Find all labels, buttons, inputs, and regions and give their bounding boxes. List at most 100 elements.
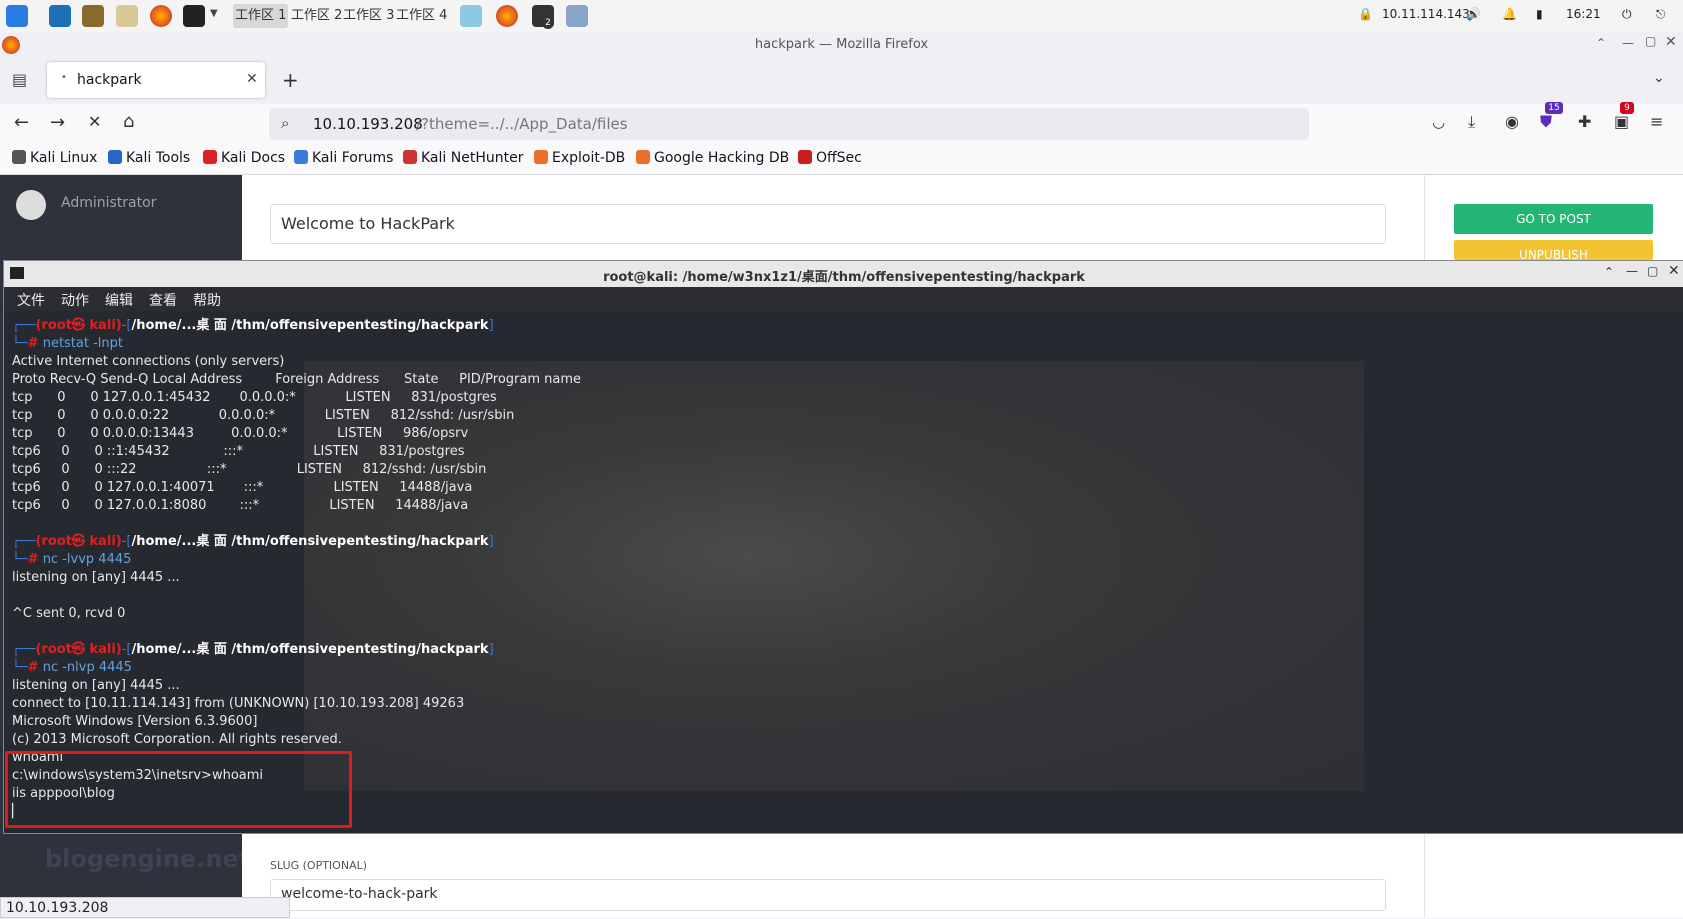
- firefox-view-icon[interactable]: ▤: [12, 70, 27, 89]
- tab-hackpark[interactable]: • hackpark ✕: [47, 62, 265, 98]
- stop-loading-icon[interactable]: ✕: [88, 112, 101, 131]
- bookmark-kali-forums[interactable]: Kali Forums: [294, 150, 393, 166]
- list-tabs-icon[interactable]: ⌄: [1653, 70, 1665, 86]
- prompt-user: (root㉿ kali): [35, 534, 122, 549]
- notification-bell-icon[interactable]: 🔔: [1502, 7, 1517, 21]
- workspace-3[interactable]: 工作区 3: [341, 4, 396, 28]
- output-line: tcp6 0 0 127.0.0.1:8080 :::* LISTEN 1448…: [12, 498, 469, 513]
- unpublish-button[interactable]: UNPUBLISH: [1454, 240, 1653, 260]
- url-bar[interactable]: ⌕ 10.10.193.208 /?theme=../../App_Data/f…: [269, 108, 1309, 140]
- command-line: └─# netstat -lnpt: [12, 336, 123, 351]
- text-editor-icon[interactable]: [116, 5, 138, 27]
- output-line: Proto Recv-Q Send-Q Local Address Foreig…: [12, 372, 582, 387]
- account-icon[interactable]: ◉: [1505, 112, 1519, 131]
- nethunter-icon: [403, 150, 417, 164]
- prompt-user: (root㉿ kali): [35, 318, 122, 333]
- battery-icon: ▮: [1536, 7, 1543, 21]
- minimize-icon[interactable]: —: [1622, 36, 1634, 50]
- bookmark-label: Google Hacking DB: [654, 150, 790, 166]
- vpn-ip-text: 10.11.114.143: [1382, 7, 1470, 21]
- power-icon[interactable]: ⎋: [1656, 7, 1666, 22]
- close-icon[interactable]: ✕: [1665, 34, 1677, 50]
- output-line: listening on [any] 4445 ...: [12, 570, 180, 585]
- terminal-titlebar[interactable]: root@kali: /home/w3nx1z1/桌面/thm/offensiv…: [4, 261, 1683, 287]
- firefox-launcher-icon[interactable]: [150, 5, 172, 27]
- output-line: Microsoft Windows [Version 6.3.9600]: [12, 714, 258, 729]
- bookmark-label: Kali Linux: [30, 150, 98, 166]
- bookmark-kali-linux[interactable]: Kali Linux: [12, 150, 97, 166]
- firefox-window-icon[interactable]: [496, 5, 518, 27]
- bookmark-exploit-db[interactable]: Exploit-DB: [534, 150, 625, 166]
- file-manager-icon[interactable]: [82, 5, 104, 27]
- bookmark-google-hacking-db[interactable]: Google Hacking DB: [636, 150, 789, 166]
- home-icon[interactable]: ⌂: [123, 111, 134, 132]
- output-line: connect to [10.11.114.143] from (UNKNOWN…: [12, 696, 465, 711]
- bookmark-kali-tools[interactable]: Kali Tools: [108, 150, 190, 166]
- tab-strip: ▤ • hackpark ✕ + ⌄: [0, 58, 1683, 104]
- clock-text: 16:21: [1566, 7, 1601, 21]
- chevron-down-icon[interactable]: ▼: [210, 8, 218, 19]
- downloads-icon[interactable]: ⤓: [1468, 112, 1475, 132]
- terminal-title: root@kali: /home/w3nx1z1/桌面/thm/offensiv…: [603, 270, 1085, 285]
- scroll-up-icon[interactable]: ⌃: [1596, 36, 1606, 50]
- terminal-launcher-icon[interactable]: [183, 5, 205, 27]
- volume-icon[interactable]: 🔊: [1466, 7, 1481, 21]
- post-title-input[interactable]: Welcome to HackPark: [270, 204, 1386, 244]
- bookmark-kali-nethunter[interactable]: Kali NetHunter: [403, 150, 523, 166]
- prompt-line: ┌──(root㉿ kali)-[/home/...桌 面 /thm/offen…: [12, 318, 494, 333]
- prompt-user: (root㉿ kali): [35, 642, 122, 657]
- bookmark-offsec[interactable]: OffSec: [798, 150, 862, 166]
- extension-2-icon[interactable]: ▣: [1614, 112, 1629, 131]
- menu-view[interactable]: 查看: [149, 290, 177, 310]
- terminal-minimize-icon[interactable]: —: [1626, 264, 1638, 278]
- prompt-path: /home/...桌 面 /thm/offensivepentesting/ha…: [131, 318, 489, 333]
- output-line: tcp6 0 0 127.0.0.1:40071 :::* LISTEN 144…: [12, 480, 473, 495]
- output-line: ^C sent 0, rcvd 0: [12, 606, 126, 621]
- kali-forums-icon: [294, 150, 308, 164]
- menu-action[interactable]: 动作: [61, 290, 89, 310]
- forward-icon[interactable]: →: [50, 112, 65, 133]
- kali-menu-icon[interactable]: [6, 5, 28, 27]
- terminal-maximize-icon[interactable]: ▢: [1647, 264, 1658, 278]
- slug-input[interactable]: welcome-to-hack-park: [270, 879, 1386, 911]
- maximize-icon[interactable]: ▢: [1645, 34, 1656, 48]
- extension-shield-icon[interactable]: ⛊: [1540, 112, 1552, 132]
- menu-edit[interactable]: 编辑: [105, 290, 133, 310]
- menu-file[interactable]: 文件: [17, 290, 45, 310]
- url-host: 10.10.193.208: [313, 115, 423, 133]
- back-icon[interactable]: ←: [14, 112, 29, 133]
- menu-help[interactable]: 帮助: [193, 290, 221, 310]
- workspace-4[interactable]: 工作区 4: [394, 4, 449, 28]
- command-text: nc -nlvp 4445: [42, 660, 132, 675]
- output-line: (c) 2013 Microsoft Corporation. All righ…: [12, 732, 342, 747]
- terminal-window[interactable]: root@kali: /home/w3nx1z1/桌面/thm/offensiv…: [3, 260, 1683, 834]
- output-line: tcp6 0 0 :::22 :::* LISTEN 812/sshd: /us…: [12, 462, 487, 477]
- hamburger-menu-icon[interactable]: ≡: [1650, 112, 1663, 131]
- output-line: Active Internet connections (only server…: [12, 354, 285, 369]
- slug-value: welcome-to-hack-park: [281, 886, 438, 902]
- command-text: netstat -lnpt: [42, 336, 123, 351]
- bookmark-label: OffSec: [816, 150, 862, 166]
- window-title: hackpark — Mozilla Firefox: [754, 37, 929, 52]
- slug-label: SLUG (OPTIONAL): [270, 859, 368, 872]
- search-icon: ⌕: [281, 114, 290, 132]
- lock-screen-icon[interactable]: ⏻: [1622, 7, 1632, 22]
- go-to-post-button[interactable]: GO TO POST: [1454, 204, 1653, 234]
- bookmarks-toolbar: Kali Linux Kali Tools Kali Docs Kali For…: [0, 144, 1683, 175]
- bookmark-label: Kali Docs: [221, 150, 286, 166]
- tab-close-icon[interactable]: ✕: [246, 71, 258, 87]
- window-app-icon[interactable]: [460, 5, 482, 27]
- extensions-icon[interactable]: ✚: [1578, 112, 1591, 131]
- pocket-icon[interactable]: ◡: [1432, 113, 1445, 131]
- desktop-icon[interactable]: [49, 5, 71, 27]
- workspace-1[interactable]: 工作区 1: [233, 4, 289, 28]
- terminal-shade-icon[interactable]: ⌃: [1604, 265, 1614, 279]
- terminal-close-icon[interactable]: ✕: [1668, 263, 1680, 279]
- files-window-icon[interactable]: [566, 5, 588, 27]
- bookmark-kali-docs[interactable]: Kali Docs: [203, 150, 285, 166]
- admin-name[interactable]: Administrator: [61, 195, 156, 211]
- output-line: tcp 0 0 0.0.0.0:22 0.0.0.0:* LISTEN 812/…: [12, 408, 515, 423]
- new-tab-icon[interactable]: +: [282, 68, 299, 92]
- workspace-2[interactable]: 工作区 2: [289, 4, 344, 28]
- command-line: └─# nc -nlvp 4445: [12, 660, 132, 675]
